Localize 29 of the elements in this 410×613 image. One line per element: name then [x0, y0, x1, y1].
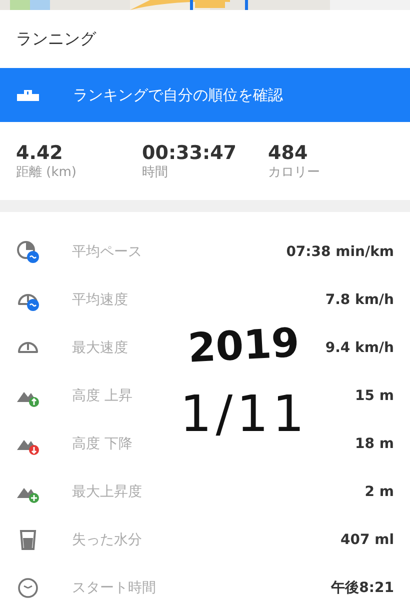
stat-value: 15 m [355, 388, 394, 404]
stat-value: 7.8 km/h [325, 292, 394, 308]
summary-label: 時間 [142, 164, 169, 182]
summary-label: 距離 (km) [16, 164, 78, 182]
ranking-banner[interactable]: ランキングで自分の順位を確認 [0, 68, 410, 122]
stat-label: スタート時間 [72, 579, 156, 597]
clock-icon [16, 576, 40, 600]
activity-title: ランニング [16, 28, 96, 50]
handwritten-note: 1/11 [180, 384, 308, 445]
stat-label: 平均速度 [72, 291, 128, 309]
stat-label: 高度 下降 [72, 435, 132, 453]
stat-label: 最大速度 [72, 339, 128, 357]
stat-value: 9.4 km/h [325, 340, 394, 356]
stat-value: 午後8:21 [331, 579, 394, 597]
stat-label: 最大上昇度 [72, 483, 142, 501]
stat-value: 07:38 min/km [286, 244, 394, 260]
summary-label: カロリー [268, 164, 321, 182]
stat-value: 18 m [355, 436, 394, 452]
podium-icon [17, 89, 39, 101]
stat-label: 平均ペース [72, 243, 142, 261]
summary-value: 4.42 [16, 142, 64, 164]
stat-value: 2 m [364, 484, 394, 500]
summary-value: 484 [268, 142, 309, 164]
handwritten-note: 2019 [187, 319, 302, 374]
stat-label: 高度 上昇 [72, 387, 132, 405]
summary-value: 00:33:47 [142, 142, 238, 164]
stat-value: 407 ml [340, 532, 394, 548]
stopwatch-icon [16, 240, 40, 264]
stat-label: 失った水分 [72, 531, 142, 549]
